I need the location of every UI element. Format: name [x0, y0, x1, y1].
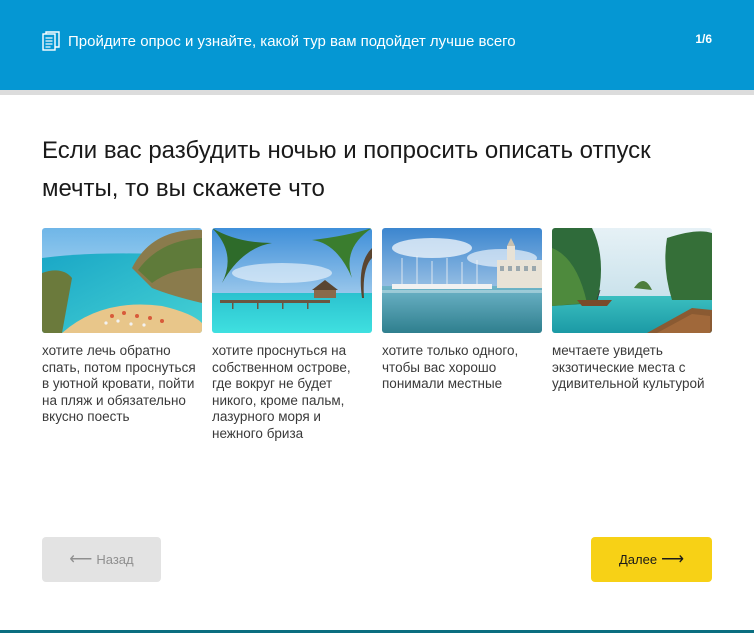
beach-bay-photo[interactable] [42, 228, 202, 333]
answer-option-beach[interactable]: хотите лечь обратно спать, потом проснут… [42, 228, 202, 426]
back-button-label: Назад [96, 552, 134, 567]
answer-option-text: хотите только одного, чтобы вас хорошо п… [382, 343, 519, 392]
step-counter: 1/6 [695, 32, 712, 46]
island-palms-photo[interactable] [212, 228, 372, 333]
arrow-right-icon: ⟶ [661, 550, 685, 568]
survey-title: Пройдите опрос и узнайте, какой тур вам … [68, 33, 516, 50]
question-text: Если вас разбудить ночью и попросить опи… [42, 137, 651, 202]
answer-option-text: хотите лечь обратно спать, потом проснут… [42, 343, 196, 425]
answer-options: хотите лечь обратно спать, потом проснут… [42, 228, 712, 458]
harbor-city-photo[interactable] [382, 228, 542, 333]
answer-option-text: хотите проснуться на собственном острове… [212, 343, 351, 441]
answer-option-island[interactable]: хотите проснуться на собственном острове… [212, 228, 372, 443]
answer-option-harbor[interactable]: хотите только одного, чтобы вас хорошо п… [382, 228, 542, 393]
document-list-icon [42, 31, 60, 51]
back-button[interactable]: ⟵ Назад [42, 537, 161, 582]
next-button[interactable]: Далее ⟶ [591, 537, 712, 582]
header-divider [0, 90, 754, 95]
survey-header: Пройдите опрос и узнайте, какой тур вам … [0, 0, 754, 90]
next-button-label: Далее [618, 552, 658, 567]
arrow-left-icon: ⟵ [69, 550, 93, 568]
answer-option-exotic[interactable]: мечтаете увидеть экзотические места с уд… [552, 228, 712, 393]
exotic-cliffs-photo[interactable] [552, 228, 712, 333]
answer-option-text: мечтаете увидеть экзотические места с уд… [552, 343, 705, 392]
